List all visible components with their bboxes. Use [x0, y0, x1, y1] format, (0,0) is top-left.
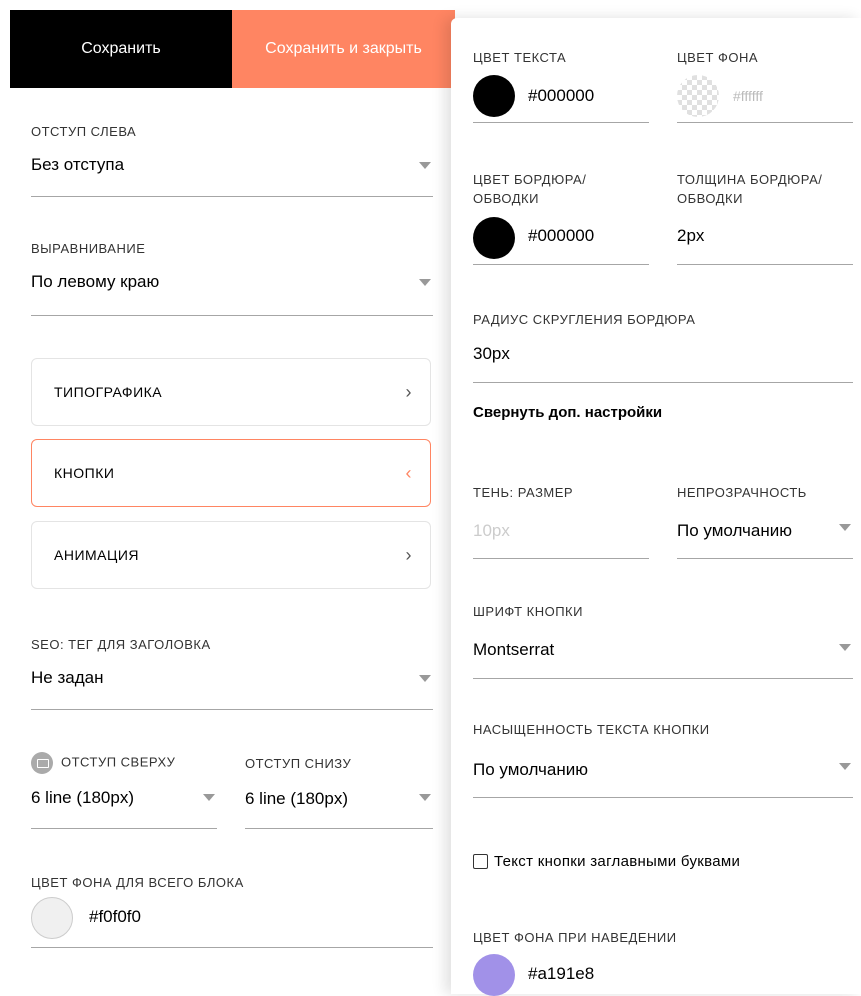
bg-color-label: ЦВЕТ ФОНА: [677, 50, 759, 65]
divider: [31, 315, 433, 316]
border-width-input[interactable]: 2px: [677, 226, 704, 246]
section-animation-label: АНИМАЦИЯ: [54, 547, 140, 563]
indent-left-select[interactable]: ОТСТУП СЛЕВА Без отступа: [31, 124, 433, 197]
padding-bottom-select[interactable]: ОТСТУП СНИЗУ 6 line (180px): [245, 752, 433, 829]
shadow-size-label: ТЕНЬ: РАЗМЕР: [473, 485, 574, 500]
border-color-swatch[interactable]: [473, 217, 515, 259]
text-color-label: ЦВЕТ ТЕКСТА: [473, 50, 567, 65]
padding-top-select[interactable]: ОТСТУП СВЕРХУ 6 line (180px): [31, 752, 217, 829]
alignment-select[interactable]: ВЫРАВНИВАНИЕ По левому краю: [31, 241, 433, 316]
section-animation[interactable]: АНИМАЦИЯ ›: [31, 521, 431, 589]
monitor-icon[interactable]: [31, 752, 53, 774]
uppercase-checkbox[interactable]: Текст кнопки заглавными буквами: [473, 853, 740, 870]
section-typography[interactable]: ТИПОГРАФИКА ›: [31, 358, 431, 426]
border-color-label: ЦВЕТ БОРДЮРА/ ОБВОДКИ: [473, 172, 587, 206]
padding-top-label-row: ОТСТУП СВЕРХУ: [31, 752, 217, 774]
collapse-settings-link[interactable]: Свернуть доп. настройки: [473, 404, 662, 421]
divider: [31, 196, 433, 197]
divider: [677, 558, 853, 559]
button-font-select[interactable]: Montserrat: [473, 640, 554, 660]
alignment-value: По левому краю: [31, 272, 160, 291]
shadow-size-input[interactable]: 10px: [473, 521, 510, 541]
block-bg-swatch[interactable]: [31, 897, 73, 939]
divider: [473, 382, 853, 383]
section-typography-label: ТИПОГРАФИКА: [54, 384, 163, 400]
divider: [473, 558, 649, 559]
section-buttons-label: КНОПКИ: [54, 465, 115, 481]
caret-down-icon: [419, 675, 431, 682]
divider: [473, 678, 853, 679]
bg-color-value: #ffffff: [733, 88, 763, 104]
alignment-label: ВЫРАВНИВАНИЕ: [31, 241, 146, 256]
caret-down-icon: [419, 162, 431, 169]
seo-tag-select[interactable]: SEO: ТЕГ ДЛЯ ЗАГОЛОВКА Не задан: [31, 637, 433, 710]
divider: [473, 797, 853, 798]
caret-down-icon: [419, 794, 431, 801]
block-bg-value: #f0f0f0: [89, 907, 141, 926]
bg-color-swatch[interactable]: [677, 75, 719, 117]
divider: [473, 264, 649, 265]
divider: [31, 828, 217, 829]
text-weight-select[interactable]: По умолчанию: [473, 760, 588, 780]
uppercase-checkbox-label: Текст кнопки заглавными буквами: [494, 853, 741, 870]
text-color-value: #000000: [528, 86, 595, 105]
seo-tag-label: SEO: ТЕГ ДЛЯ ЗАГОЛОВКА: [31, 637, 211, 652]
block-bg-color-label: ЦВЕТ ФОНА ДЛЯ ВСЕГО БЛОКА: [31, 875, 244, 890]
block-bg-color-field[interactable]: ЦВЕТ ФОНА ДЛЯ ВСЕГО БЛОКА #f0f0f0: [31, 875, 433, 948]
section-buttons[interactable]: КНОПКИ ‹: [31, 439, 431, 507]
checkbox-box[interactable]: [473, 854, 488, 869]
text-color-swatch[interactable]: [473, 75, 515, 117]
border-width-label: ТОЛЩИНА БОРДЮРА/ ОБВОДКИ: [677, 172, 823, 206]
border-radius-input[interactable]: 30px: [473, 344, 510, 364]
save-and-close-button[interactable]: Сохранить и закрыть: [232, 10, 455, 88]
caret-down-icon: [839, 763, 851, 770]
chevron-left-icon: ‹: [405, 462, 412, 483]
hover-bg-value: #a191e8: [528, 964, 595, 983]
divider: [677, 122, 853, 123]
padding-top-label: ОТСТУП СВЕРХУ: [61, 754, 176, 770]
chevron-right-icon: ›: [405, 544, 412, 565]
padding-bottom-value: 6 line (180px): [245, 789, 349, 808]
hover-bg-label: ЦВЕТ ФОНА ПРИ НАВЕДЕНИИ: [473, 930, 677, 945]
divider: [31, 709, 433, 710]
padding-bottom-label: ОТСТУП СНИЗУ: [245, 756, 352, 771]
divider: [473, 122, 649, 123]
caret-down-icon: [419, 279, 431, 286]
caret-down-icon: [203, 794, 215, 801]
buttons-settings-panel: ЦВЕТ ТЕКСТА #000000 ЦВЕТ ФОНА #ffffff ЦВ…: [451, 18, 861, 996]
opacity-select[interactable]: По умолчанию: [677, 521, 792, 541]
border-radius-label: РАДИУС СКРУГЛЕНИЯ БОРДЮРА: [473, 312, 696, 327]
toolbar: Сохранить Сохранить и закрыть: [10, 10, 455, 88]
padding-top-value: 6 line (180px): [31, 788, 135, 807]
caret-down-icon: [839, 644, 851, 651]
divider: [245, 828, 433, 829]
save-button[interactable]: Сохранить: [10, 10, 232, 88]
indent-left-label: ОТСТУП СЛЕВА: [31, 124, 137, 139]
caret-down-icon: [839, 524, 851, 531]
opacity-label: НЕПРОЗРАЧНОСТЬ: [677, 485, 807, 500]
text-weight-label: НАСЫЩЕННОСТЬ ТЕКСТА КНОПКИ: [473, 722, 710, 737]
button-font-label: ШРИФТ КНОПКИ: [473, 604, 583, 619]
divider: [31, 947, 433, 948]
seo-tag-value: Не задан: [31, 668, 104, 687]
chevron-right-icon: ›: [405, 381, 412, 402]
divider: [677, 264, 853, 265]
indent-left-value: Без отступа: [31, 155, 125, 174]
border-color-value: #000000: [528, 226, 595, 245]
hover-bg-swatch[interactable]: [473, 954, 515, 996]
